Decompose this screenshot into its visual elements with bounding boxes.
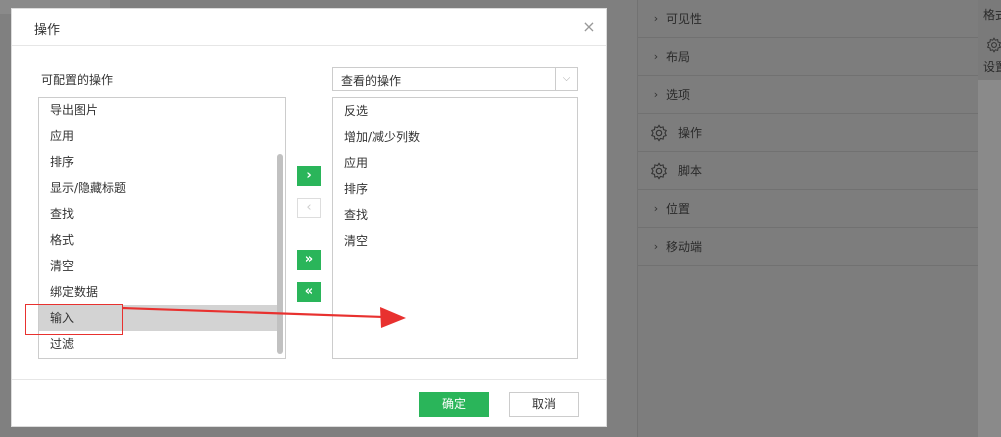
list-item[interactable]: 清空 <box>39 253 279 279</box>
list-item[interactable]: 导出图片 <box>39 98 279 123</box>
list-item[interactable]: 绑定数据 <box>39 279 279 305</box>
add-selected-button[interactable]: › <box>297 166 321 186</box>
panel-row-mobile[interactable]: › 移动端 <box>638 228 979 266</box>
list-scrollbar[interactable] <box>277 154 283 354</box>
panel-row-label: 移动端 <box>666 240 703 254</box>
side-tab-format-label[interactable]: 格式 <box>983 6 1001 23</box>
panel-row-options[interactable]: › 选项 <box>638 76 979 114</box>
panel-row-label: 位置 <box>666 202 691 216</box>
view-actions-select[interactable]: 查看的操作 ⌵ <box>332 67 578 91</box>
side-tab-settings-label[interactable]: 设置 <box>983 58 1001 75</box>
panel-row-label: 布局 <box>666 50 691 64</box>
gear-icon[interactable] <box>986 37 1001 53</box>
background-left-edge <box>0 0 10 437</box>
list-item[interactable]: 显示/隐藏标题 <box>39 175 279 201</box>
gear-icon <box>651 161 667 180</box>
add-all-button[interactable]: » <box>297 250 321 270</box>
list-item[interactable]: 应用 <box>39 123 279 149</box>
view-actions-select-value: 查看的操作 <box>341 74 402 88</box>
list-item[interactable]: 格式 <box>39 227 279 253</box>
panel-row-position[interactable]: › 位置 <box>638 190 979 228</box>
list-item[interactable]: 排序 <box>333 176 577 202</box>
panel-row-label: 可见性 <box>666 12 703 26</box>
chevron-right-icon: › <box>653 202 659 215</box>
viewed-actions-items: 反选 增加/减少列数 应用 排序 查找 清空 <box>333 98 577 254</box>
list-item[interactable]: 排序 <box>39 149 279 175</box>
panel-row-layout[interactable]: › 布局 <box>638 38 979 76</box>
chevron-right-icon: › <box>653 88 659 101</box>
remove-all-button[interactable]: « <box>297 282 321 302</box>
cancel-button[interactable]: 取消 <box>509 392 579 417</box>
chevron-right-icon: › <box>653 240 659 253</box>
panel-row-script[interactable]: 脚本 <box>638 152 979 190</box>
dialog-header: 操作 × <box>12 9 606 46</box>
chevron-right-icon: › <box>653 50 659 63</box>
list-item[interactable]: 清空 <box>333 228 577 254</box>
remove-selected-button[interactable]: ‹ <box>297 198 321 218</box>
ok-button[interactable]: 确定 <box>419 392 489 417</box>
panel-row-label: 选项 <box>666 88 691 102</box>
panel-row-label: 脚本 <box>678 164 703 178</box>
dialog-footer-divider <box>12 379 606 380</box>
panel-row-label: 操作 <box>678 126 703 140</box>
properties-panel: › 可见性 › 布局 › 选项 操作 脚本 › 位置 › 移动端 <box>637 0 979 437</box>
viewed-actions-list[interactable]: 反选 增加/减少列数 应用 排序 查找 清空 <box>332 97 578 359</box>
actions-dialog: 操作 × 可配置的操作 查看的操作 ⌵ 导出图片 应用 排序 显示/隐藏标题 查… <box>11 8 607 427</box>
dialog-title: 操作 <box>34 23 61 38</box>
close-icon[interactable]: × <box>580 18 598 36</box>
panel-row-actions[interactable]: 操作 <box>638 114 979 152</box>
list-item[interactable]: 查找 <box>333 202 577 228</box>
gear-icon <box>651 123 667 142</box>
list-item[interactable]: 应用 <box>333 150 577 176</box>
list-item[interactable]: 查找 <box>39 201 279 227</box>
panel-row-visibility[interactable]: › 可见性 <box>638 0 979 38</box>
annotation-highlight-box <box>25 304 123 335</box>
configurable-actions-label: 可配置的操作 <box>41 73 114 87</box>
side-tab-strip: 格式 设置 <box>978 0 1001 437</box>
chevron-right-icon: › <box>653 12 659 25</box>
list-item[interactable]: 反选 <box>333 98 577 124</box>
list-item[interactable]: 增加/减少列数 <box>333 124 577 150</box>
chevron-down-icon[interactable]: ⌵ <box>555 68 577 90</box>
